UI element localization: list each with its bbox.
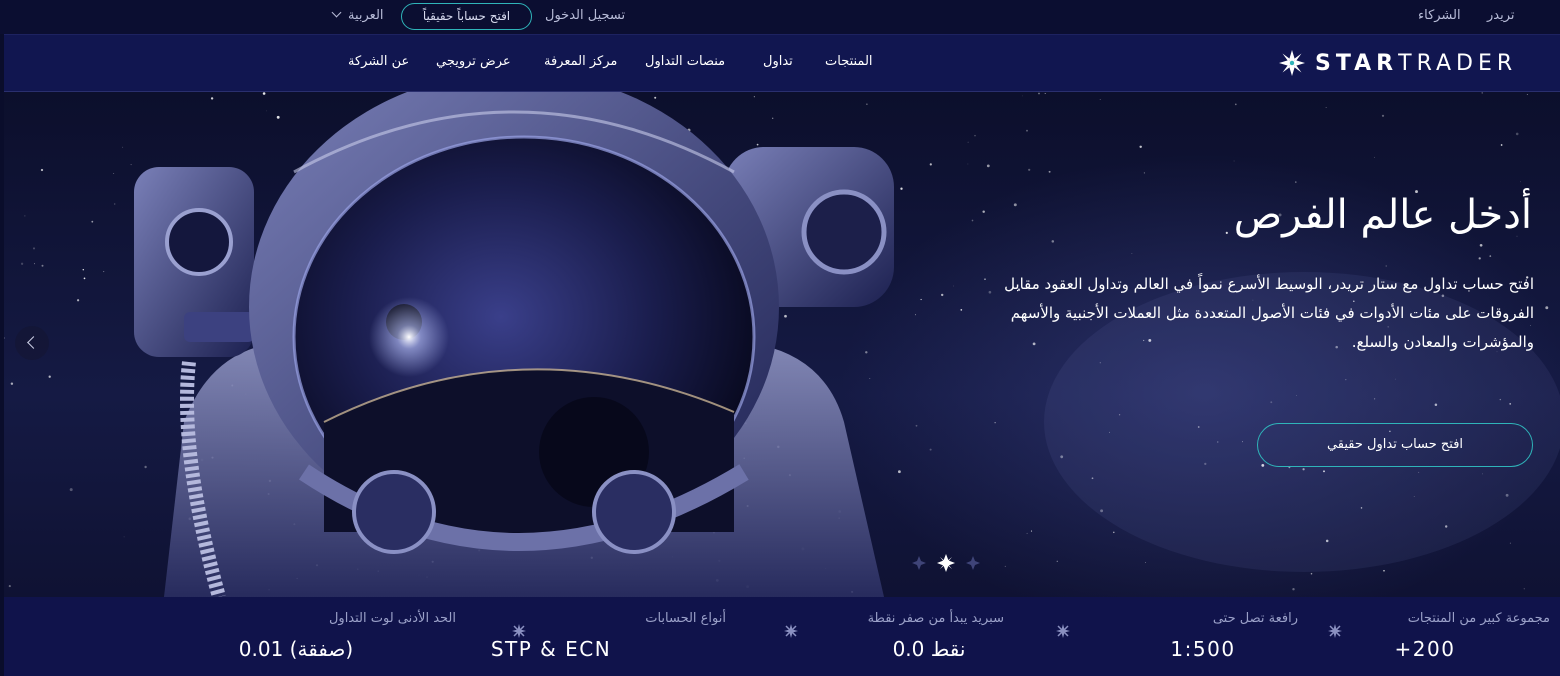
stat-min-lot: الحد الأدنى لوت التداول 0.01 (صفقة) (206, 597, 456, 676)
nav-item-promotions[interactable]: عرض ترويجي (436, 54, 511, 69)
partners-link[interactable]: الشركاء (1418, 8, 1461, 23)
main-nav: المنتجات تداول منصات التداول مركز المعرف… (4, 34, 1560, 92)
star-separator-icon (1328, 624, 1342, 638)
star-separator-icon (784, 624, 798, 638)
stat-value: 0.0 نقط (892, 637, 966, 661)
stat-label: مجموعة كبير من المنتجات (1407, 611, 1550, 626)
logo[interactable]: STARTRADER (1277, 46, 1517, 80)
top-bar: تريدر الشركاء تسجيل الدخول افتح حساباً ح… (0, 0, 1560, 34)
stat-label: أنواع الحسابات (645, 611, 726, 626)
hero-title: أدخل عالم الفرص (1233, 192, 1532, 238)
stat-value: 0.01 (صفقة) (238, 637, 354, 661)
carousel-prev-button[interactable] (15, 326, 49, 360)
open-live-account-button[interactable]: افتح حساباً حقيقياً (401, 3, 532, 30)
language-selector[interactable]: العربية (331, 7, 384, 23)
carousel-dot-active (937, 554, 955, 572)
carousel-dot (912, 556, 926, 570)
stat-value: +200 (1394, 637, 1456, 661)
nav-item-about[interactable]: عن الشركة (348, 54, 409, 69)
page: تريدر الشركاء تسجيل الدخول افتح حساباً ح… (0, 0, 1560, 676)
chevron-down-icon (331, 7, 342, 18)
stats-bar: مجموعة كبير من المنتجات +200 رافعة تصل ح… (4, 597, 1560, 676)
logo-text: STARTRADER (1315, 50, 1518, 76)
stat-label: رافعة تصل حتى (1212, 611, 1298, 626)
carousel-indicators (912, 554, 980, 572)
star-logo-icon (1279, 50, 1305, 76)
login-link[interactable]: تسجيل الدخول (545, 8, 625, 23)
stat-label: الحد الأدنى لوت التداول (328, 611, 456, 626)
stat-value: STP & ECN (490, 637, 612, 661)
trader-link[interactable]: تريدر (1487, 8, 1515, 23)
open-real-account-button[interactable]: افتح حساب تداول حقيقي (1257, 423, 1533, 467)
nav-item-trade[interactable]: تداول (763, 54, 793, 69)
nav-item-knowledge-center[interactable]: مركز المعرفة (544, 54, 617, 69)
astronaut-image (134, 92, 894, 597)
star-separator-icon (1056, 624, 1070, 638)
nav-item-platforms[interactable]: منصات التداول (645, 54, 725, 69)
hero-description: افتح حساب تداول مع ستار تريدر، الوسيط ال… (1004, 275, 1534, 351)
nav-item-products[interactable]: المنتجات (825, 54, 873, 69)
carousel-dot (966, 556, 980, 570)
stat-value: 1:500 (1170, 637, 1236, 661)
hero-banner: أدخل عالم الفرص افتح حساب تداول مع ستار … (4, 92, 1560, 597)
language-label: العربية (348, 8, 384, 23)
star-separator-icon (512, 624, 526, 638)
stat-label: سبريد يبدأ من صفر نقطة (867, 611, 1004, 626)
